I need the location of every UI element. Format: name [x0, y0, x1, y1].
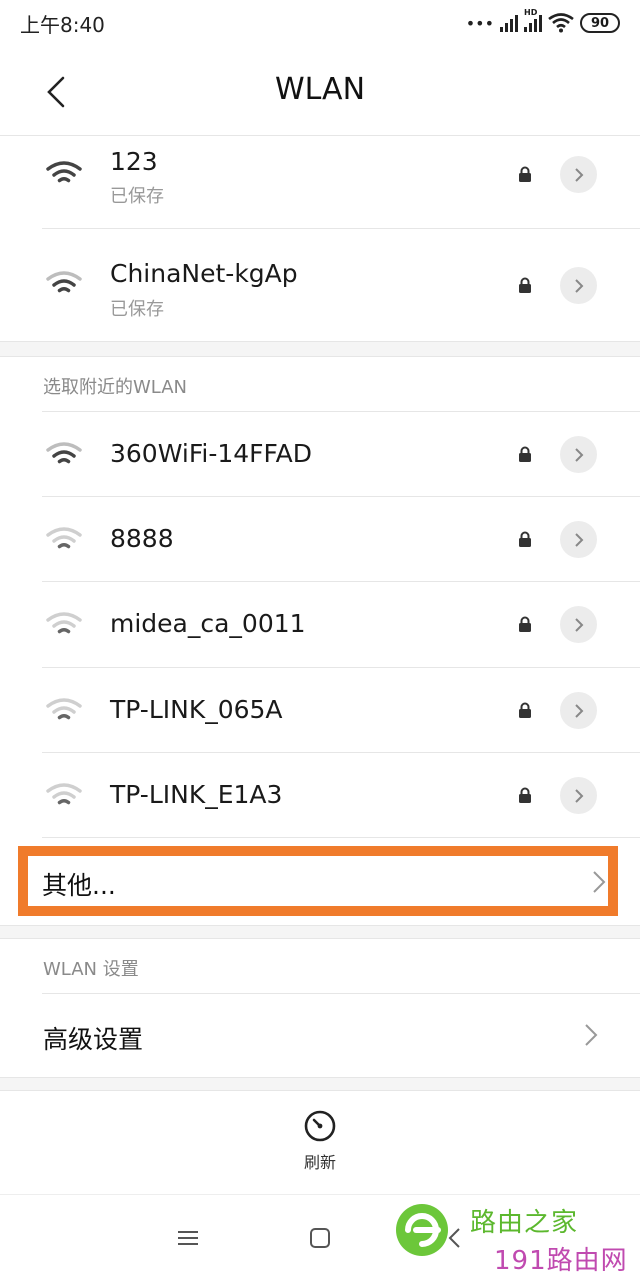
- chevron-right-icon: [574, 167, 583, 182]
- network-row[interactable]: 123 已保存: [0, 136, 640, 229]
- network-detail-button[interactable]: [560, 436, 597, 473]
- lock-icon: [519, 166, 531, 182]
- lock-icon: [519, 531, 531, 547]
- cell-signal-hd-icon: HD: [524, 8, 542, 32]
- other-network-label: 其他...: [42, 871, 116, 900]
- section-header-settings: WLAN 设置: [43, 959, 139, 980]
- network-detail-button[interactable]: [560, 267, 597, 304]
- status-time: 上午8:40: [20, 12, 105, 37]
- network-detail-button[interactable]: [560, 156, 597, 193]
- network-row[interactable]: TP-LINK_E1A3: [0, 753, 640, 838]
- chevron-right-icon: [574, 532, 583, 547]
- wifi-signal-weak-icon: [46, 783, 82, 805]
- section-header-nearby: 选取附近的WLAN: [43, 377, 188, 398]
- watermark-line1: 路由之家: [470, 1208, 579, 1238]
- network-detail-button[interactable]: [560, 521, 597, 558]
- chevron-right-icon: [574, 447, 583, 462]
- status-bar: 上午8:40 ••• HD 90: [0, 0, 640, 46]
- cell-signal-icon: [500, 14, 518, 32]
- battery-indicator: 90: [580, 13, 620, 33]
- network-row[interactable]: 360WiFi-14FFAD: [0, 412, 640, 497]
- lock-icon: [519, 616, 531, 632]
- wifi-signal-medium-icon: [46, 271, 82, 293]
- network-row[interactable]: midea_ca_0011: [0, 582, 640, 668]
- chevron-right-icon: [574, 703, 583, 718]
- lock-icon: [519, 277, 531, 293]
- chevron-right-icon: [574, 617, 583, 632]
- network-row[interactable]: ChinaNet-kgAp 已保存: [0, 229, 640, 342]
- router-home-logo-icon: [396, 1204, 448, 1256]
- refresh-label: 刷新: [303, 1153, 336, 1172]
- refresh-icon: [304, 1110, 336, 1142]
- network-detail-button[interactable]: [560, 606, 597, 643]
- chevron-right-icon: [585, 1024, 598, 1046]
- lock-icon: [519, 446, 531, 462]
- watermark: 路由之家 191路由网: [392, 1196, 640, 1280]
- network-detail-button[interactable]: [560, 692, 597, 729]
- menu-icon: [178, 1231, 198, 1245]
- status-icons: ••• HD 90: [465, 8, 620, 33]
- hd-badge: HD: [524, 8, 538, 17]
- network-name: TP-LINK_065A: [110, 695, 283, 724]
- network-name: TP-LINK_E1A3: [110, 780, 283, 809]
- page-title: WLAN: [274, 72, 366, 107]
- network-row[interactable]: TP-LINK_065A: [0, 668, 640, 753]
- network-name: ChinaNet-kgAp: [110, 259, 298, 288]
- lock-icon: [519, 702, 531, 718]
- chevron-right-icon: [574, 278, 583, 293]
- lock-icon: [519, 787, 531, 803]
- network-name: 123: [110, 147, 158, 176]
- wifi-signal-weak-icon: [46, 698, 82, 720]
- wifi-signal-full-icon: [46, 161, 82, 183]
- network-status: 已保存: [110, 299, 164, 320]
- title-bar: WLAN: [0, 46, 640, 136]
- chevron-right-icon: [593, 871, 606, 893]
- network-name: 360WiFi-14FFAD: [110, 439, 312, 468]
- chevron-right-icon: [574, 788, 583, 803]
- home-square-icon: [310, 1228, 330, 1248]
- home-nav-button[interactable]: [302, 1223, 338, 1253]
- wifi-signal-medium-icon: [46, 442, 82, 464]
- action-bar: 刷新: [0, 1090, 640, 1194]
- nearby-networks-group: 选取附近的WLAN 360WiFi-14FFAD 8888 midea_ca_0…: [0, 356, 640, 926]
- network-row[interactable]: 8888: [0, 497, 640, 582]
- wifi-status-icon: [548, 13, 574, 33]
- network-detail-button[interactable]: [560, 777, 597, 814]
- more-dots-icon: •••: [465, 13, 494, 33]
- wifi-signal-weak-icon: [46, 527, 82, 549]
- wifi-signal-weak-icon: [46, 612, 82, 634]
- refresh-button[interactable]: 刷新: [280, 1109, 360, 1179]
- advanced-settings-label: 高级设置: [43, 1025, 144, 1054]
- advanced-settings-row[interactable]: 高级设置: [0, 993, 640, 1077]
- network-name: midea_ca_0011: [110, 609, 306, 638]
- network-status: 已保存: [110, 186, 164, 207]
- other-network-button[interactable]: 其他...: [18, 846, 618, 916]
- watermark-line2: 191路由网: [494, 1246, 628, 1276]
- network-name: 8888: [110, 524, 174, 553]
- saved-networks-group: 123 已保存 ChinaNet-kgAp 已保存: [0, 136, 640, 342]
- menu-nav-button[interactable]: [170, 1223, 206, 1253]
